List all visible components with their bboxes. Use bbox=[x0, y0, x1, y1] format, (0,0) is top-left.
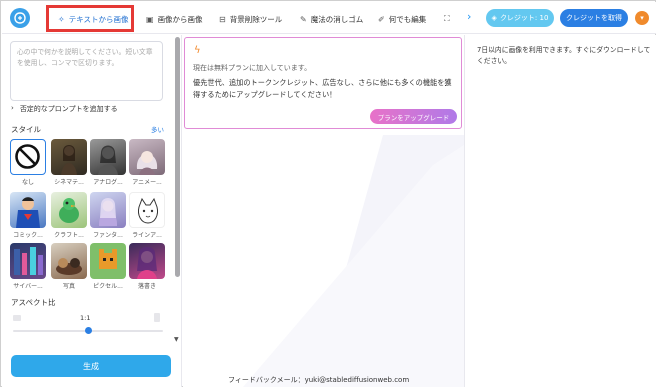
tab-magic-eraser[interactable]: ✎ 魔法の消しゴム bbox=[300, 12, 363, 26]
style-tile-anime[interactable] bbox=[129, 139, 165, 175]
style-label: シネマテ... bbox=[54, 179, 84, 186]
no-style-icon bbox=[15, 144, 40, 169]
tab-edit-anything[interactable]: ✐ 何でも編集 bbox=[378, 12, 426, 26]
scroll-down-icon[interactable]: ▼ bbox=[174, 336, 179, 343]
credit-label: クレジット: 10 bbox=[499, 14, 549, 22]
get-credit-button[interactable]: クレジットを取得 bbox=[560, 9, 628, 27]
left-panel-scrollbar[interactable] bbox=[175, 37, 180, 277]
history-panel: 7日以内に画像を利用できます。すぐにダウンロードしてください。 bbox=[464, 35, 656, 387]
more-styles-link[interactable]: 多い bbox=[151, 124, 164, 134]
negative-prompt-toggle[interactable]: › 否定的なプロンプトを追加する bbox=[11, 104, 118, 114]
style-tile-cinematic[interactable] bbox=[51, 139, 87, 175]
style-label: ラインア... bbox=[132, 232, 162, 239]
style-tile-photo[interactable] bbox=[51, 243, 87, 279]
cinematic-thumbnail bbox=[61, 145, 77, 175]
tab-text-to-image[interactable]: ✧ テキストから画像 bbox=[58, 12, 128, 26]
fantasy-thumbnail bbox=[98, 198, 118, 226]
style-tile-pixel[interactable] bbox=[90, 243, 126, 279]
photo-thumbnail bbox=[56, 258, 82, 275]
upgrade-message: 優先世代、追加のトークンクレジット、広告なし、さらに他にも多くの機能を獲得するた… bbox=[193, 78, 452, 99]
style-tile-comic[interactable] bbox=[10, 192, 46, 228]
style-label: コミック... bbox=[13, 232, 43, 239]
tab-label: 魔法の消しゴム bbox=[310, 14, 364, 24]
style-label: クラフト... bbox=[54, 232, 84, 239]
generate-button[interactable]: 生成 bbox=[11, 355, 171, 377]
prompt-input[interactable]: 心の中で何かを説明してください。短い文章を使用し、コンマで区切ります。 bbox=[10, 41, 163, 101]
plan-status-text: 現在は無料プランに加入しています。 bbox=[193, 64, 312, 72]
style-tile-fantasy[interactable] bbox=[90, 192, 126, 228]
style-tile-cyberpunk[interactable] bbox=[10, 243, 46, 279]
style-tile-analog[interactable] bbox=[90, 139, 126, 175]
tab-image-to-image[interactable]: ▣ 画像から画像 bbox=[146, 12, 203, 26]
landscape-ratio-icon bbox=[13, 315, 21, 321]
app-window: ✧ テキストから画像 ▣ 画像から画像 ⊟ 背景削除ツール ✎ 魔法の消しゴム … bbox=[0, 0, 656, 387]
comic-thumbnail bbox=[16, 197, 40, 228]
chevron-right-icon: › bbox=[11, 104, 14, 112]
graffiti-thumbnail bbox=[137, 247, 157, 279]
craft-thumbnail bbox=[59, 198, 79, 223]
avatar[interactable]: ▾ bbox=[635, 11, 649, 25]
pixel-thumbnail bbox=[99, 249, 117, 269]
style-label: 落書き bbox=[137, 283, 156, 290]
style-label: ファンタ... bbox=[93, 232, 123, 239]
slider-handle[interactable] bbox=[85, 327, 92, 334]
style-heading: スタイル bbox=[11, 125, 41, 134]
cyberpunk-thumbnail bbox=[14, 247, 43, 275]
style-tile-none[interactable] bbox=[10, 139, 46, 175]
app-logo[interactable] bbox=[10, 8, 30, 28]
style-tile-craft[interactable] bbox=[51, 192, 87, 228]
style-tile-graffiti[interactable] bbox=[129, 243, 165, 279]
style-tile-lineart[interactable] bbox=[129, 192, 165, 228]
tab-label: 背景削除ツール bbox=[229, 14, 283, 24]
lineart-thumbnail bbox=[138, 197, 158, 224]
credit-badge[interactable]: ◈ クレジット: 10 bbox=[486, 9, 554, 27]
anime-thumbnail bbox=[136, 151, 158, 175]
tab-background-remover[interactable]: ⊟ 背景削除ツール bbox=[219, 12, 282, 26]
tab-label: 画像から画像 bbox=[157, 14, 203, 24]
upgrade-plan-button[interactable]: プランをアップグレード bbox=[370, 109, 457, 124]
tab-label: 何でも編集 bbox=[388, 14, 427, 24]
aspect-ratio-heading: アスペクト比 bbox=[11, 298, 56, 307]
diamond-icon: ◈ bbox=[491, 14, 497, 22]
image-icon: ▣ bbox=[146, 14, 154, 24]
logo-icon bbox=[14, 12, 26, 24]
upgrade-banner: ϟ 現在は無料プランに加入しています。 優先世代、追加のトークンクレジット、広告… bbox=[184, 37, 462, 129]
aspect-ratio-value: 1:1 bbox=[80, 314, 91, 322]
negative-prompt-label: 否定的なプロンプトを追加する bbox=[19, 105, 118, 113]
eraser-icon: ⊟ bbox=[219, 14, 226, 24]
style-label: アニメー... bbox=[132, 179, 162, 186]
top-navigation: ✧ テキストから画像 ▣ 画像から画像 ⊟ 背景削除ツール ✎ 魔法の消しゴム … bbox=[2, 2, 656, 34]
style-label: 写真 bbox=[62, 283, 75, 290]
lightning-icon: ϟ bbox=[194, 45, 201, 56]
analog-thumbnail bbox=[98, 145, 118, 175]
style-label: アナログ... bbox=[93, 179, 123, 186]
expand-icon: ⛶ bbox=[444, 14, 450, 23]
brush-icon: ✎ bbox=[300, 14, 307, 24]
chevron-right-icon[interactable]: › bbox=[467, 10, 471, 23]
tab-label: テキストから画像 bbox=[68, 14, 129, 24]
style-label: なし bbox=[21, 179, 34, 186]
tab-more[interactable]: ⛶ bbox=[444, 12, 450, 26]
result-area: ϟ 現在は無料プランに加入しています。 優先世代、追加のトークンクレジット、広告… bbox=[183, 35, 464, 387]
style-label: サイバー... bbox=[13, 283, 43, 290]
magic-wand-icon: ✧ bbox=[58, 14, 65, 24]
pen-icon: ✐ bbox=[378, 14, 385, 24]
left-panel: 心の中で何かを説明してください。短い文章を使用し、コンマで区切ります。 › 否定… bbox=[2, 35, 182, 387]
download-notice: 7日以内に画像を利用できます。すぐにダウンロードしてください。 bbox=[477, 46, 651, 65]
style-label: ピクセル... bbox=[93, 283, 123, 290]
feedback-email[interactable]: フィードバックメール：yuki@stablediffusionweb.com bbox=[228, 375, 409, 385]
portrait-ratio-icon bbox=[154, 313, 160, 322]
